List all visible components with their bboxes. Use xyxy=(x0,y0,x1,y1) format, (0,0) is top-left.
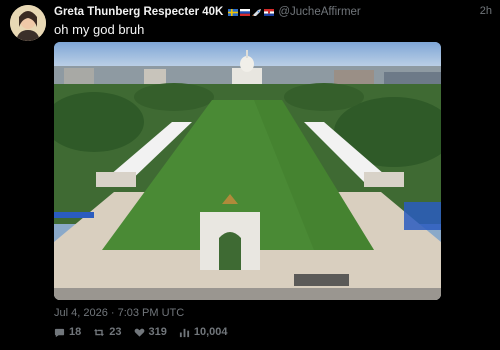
tweet-date[interactable]: Jul 4, 2026 · 7:03 PM UTC xyxy=(54,307,184,319)
views-stat[interactable]: 10,004 xyxy=(179,326,228,338)
reply-stat[interactable]: 18 xyxy=(54,326,81,338)
flag-slovenia-icon xyxy=(240,8,251,16)
views-count: 10,004 xyxy=(193,326,228,338)
retweet-stat[interactable]: 23 xyxy=(93,326,122,338)
tweet-header: Greta Thunberg Respecter 40K @JucheAffir… xyxy=(54,4,492,20)
retweet-count: 23 xyxy=(109,326,122,338)
author-flags xyxy=(228,8,275,16)
author-name[interactable]: Greta Thunberg Respecter 40K xyxy=(54,6,223,18)
avatar[interactable] xyxy=(10,5,46,41)
bar-chart-icon xyxy=(179,328,189,337)
author-handle[interactable]: @JucheAffirmer xyxy=(278,6,360,18)
tweet: Greta Thunberg Respecter 40K @JucheAffir… xyxy=(0,0,500,350)
tweet-stats: 18 23 319 10,004 xyxy=(54,326,228,338)
flag-croatia-icon xyxy=(264,8,275,16)
tweet-image[interactable] xyxy=(54,42,441,300)
avatar-image xyxy=(10,5,46,41)
aerial-mall-photo xyxy=(54,42,441,300)
relative-time[interactable]: 2h xyxy=(480,5,492,17)
rocket-icon xyxy=(252,8,262,16)
retweet-arrows-icon xyxy=(94,328,105,336)
reply-count: 18 xyxy=(69,326,82,338)
like-stat[interactable]: 319 xyxy=(134,326,167,338)
tweet-text: oh my god bruh xyxy=(54,22,145,37)
speech-bubble-icon xyxy=(54,328,65,337)
like-count: 319 xyxy=(148,326,167,338)
heart-icon xyxy=(134,328,144,337)
flag-sweden-icon xyxy=(228,8,239,16)
